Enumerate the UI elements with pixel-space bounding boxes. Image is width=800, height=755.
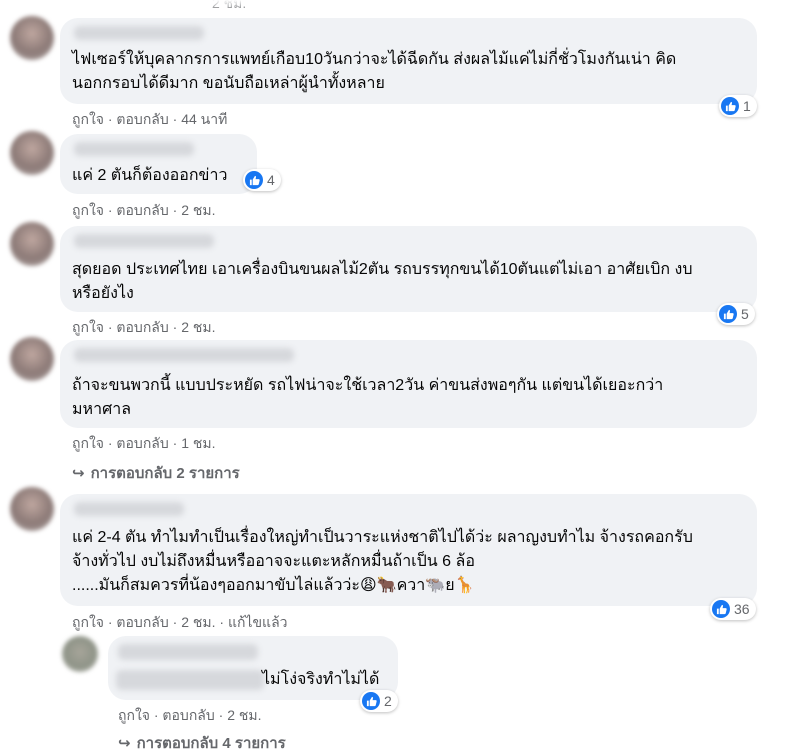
reaction-count: 1	[743, 98, 751, 114]
author-name[interactable]	[74, 234, 214, 248]
thumbs-up-icon	[362, 692, 380, 710]
view-replies-link[interactable]: ↪ การตอบกลับ 4 รายการ	[118, 731, 286, 755]
comment-actions[interactable]: ถูกใจ · ตอบกลับ · 2 ชม.	[72, 317, 216, 339]
reaction-badge[interactable]: 36	[710, 598, 756, 620]
comment-text: แค่ 2 ตันก็ต้องออกข่าว	[72, 167, 228, 184]
comment-text: ถ้าจะขนพวกนี้ แบบประหยัด รถไฟน่าจะใช้เวล…	[72, 377, 664, 394]
comment-actions[interactable]: ถูกใจ · ตอบกลับ · 2 ชม.	[72, 200, 216, 222]
comment-bubble: แค่ 2-4 ตัน ทำไมทำเป็นเรื่องใหญ่ทำเป็นวา…	[60, 494, 757, 606]
comment-bubble: สุดยอด ประเทศไทย เอาเครื่องบินขนผลไม้2ตั…	[60, 226, 757, 312]
comment-bubble: ไฟเซอร์ให้บุคลากรการแพทย์เกือบ10วันกว่าจ…	[60, 18, 757, 104]
thumbs-up-icon	[712, 600, 730, 618]
avatar[interactable]	[10, 337, 54, 381]
reaction-badge[interactable]: 1	[719, 95, 757, 117]
thumbs-up-icon	[721, 97, 739, 115]
reaction-count: 36	[734, 601, 750, 617]
view-replies-link[interactable]: ↪ การตอบกลับ 2 รายการ	[72, 461, 240, 485]
author-name[interactable]	[74, 348, 294, 362]
author-name[interactable]	[118, 644, 258, 660]
avatar[interactable]	[10, 131, 54, 175]
comment-text: จ้างทั่วไป งบไม่ถึงหมื่นหรืออาจจะแตะหลัก…	[72, 553, 475, 570]
reply-text: ไม่โง่จริงทำไม่ได้	[262, 671, 380, 688]
thumbs-up-icon	[245, 171, 263, 189]
top-fade	[0, 0, 800, 12]
comment-text: นอกกรอบได้ดีมาก ขอนับถือเหล่าผู้นำทั้งหล…	[72, 75, 385, 92]
reaction-badge[interactable]: 2	[360, 690, 398, 712]
reaction-badge[interactable]: 5	[717, 303, 755, 325]
avatar[interactable]	[10, 222, 54, 266]
reply-bubble: ไม่โง่จริงทำไม่ได้	[108, 636, 398, 700]
blurred-text	[116, 670, 264, 690]
thumbs-up-icon	[719, 305, 737, 323]
reaction-count: 5	[741, 306, 749, 322]
avatar[interactable]	[62, 636, 98, 672]
author-name[interactable]	[74, 502, 184, 516]
reaction-count: 2	[384, 693, 392, 709]
comment-text: สุดยอด ประเทศไทย เอาเครื่องบินขนผลไม้2ตั…	[72, 261, 693, 278]
comment-actions[interactable]: ถูกใจ · ตอบกลับ · 1 ชม.	[72, 433, 216, 455]
comment-actions[interactable]: ถูกใจ · ตอบกลับ · 2 ชม. · แก้ไขแล้ว	[72, 612, 288, 634]
comment-text: มหาศาล	[72, 401, 132, 418]
avatar[interactable]	[10, 487, 54, 531]
author-name[interactable]	[74, 26, 204, 40]
avatar[interactable]	[10, 16, 54, 60]
comment-bubble: แค่ 2 ตันก็ต้องออกข่าว	[60, 134, 257, 194]
author-name[interactable]	[74, 142, 194, 156]
comment-bubble: ถ้าจะขนพวกนี้ แบบประหยัด รถไฟน่าจะใช้เวล…	[60, 340, 757, 428]
reaction-count: 4	[267, 172, 275, 188]
comment-text: แค่ 2-4 ตัน ทำไมทำเป็นเรื่องใหญ่ทำเป็นวา…	[72, 529, 693, 546]
reply-arrow-icon: ↪	[72, 465, 85, 482]
comment-actions[interactable]: ถูกใจ · ตอบกลับ · 2 ชม.	[118, 705, 262, 727]
comment-text: หรือยังไง	[72, 285, 134, 302]
comment-text: ......มันก็สมควรที่น้องๆออกมาขับไล่แล้วว…	[72, 577, 475, 594]
comment-text: ไฟเซอร์ให้บุคลากรการแพทย์เกือบ10วันกว่าจ…	[72, 51, 677, 68]
comment-actions[interactable]: ถูกใจ · ตอบกลับ · 44 นาที	[72, 109, 227, 131]
reaction-badge[interactable]: 4	[243, 169, 281, 191]
reply-arrow-icon: ↪	[118, 735, 131, 752]
